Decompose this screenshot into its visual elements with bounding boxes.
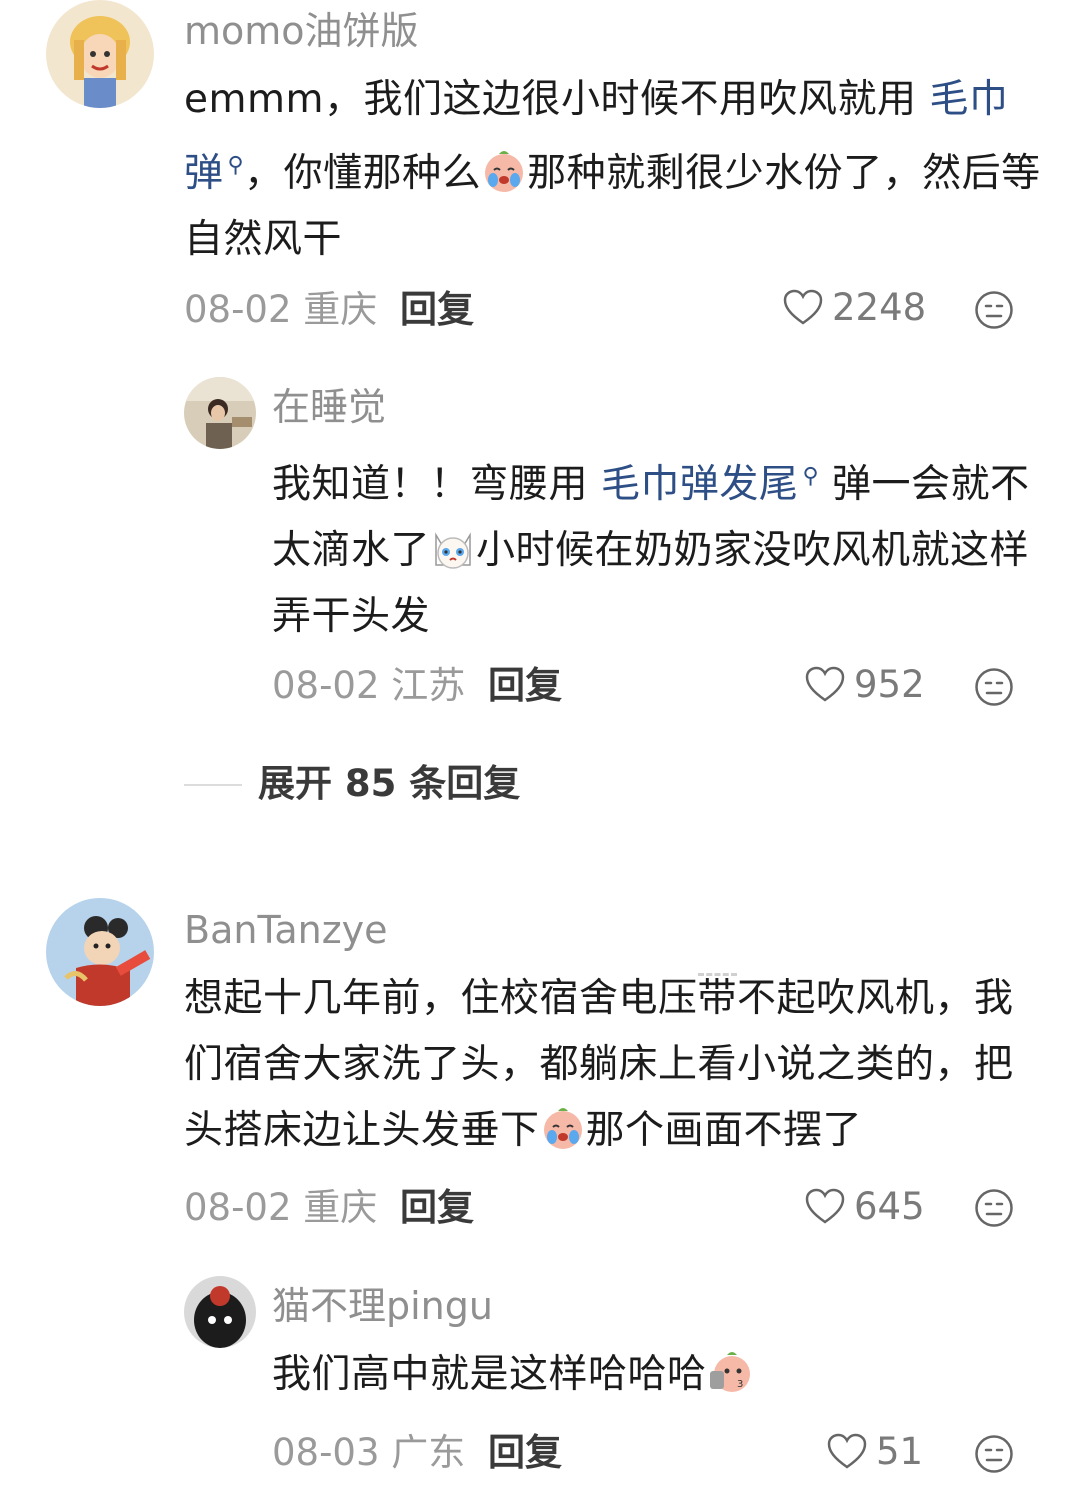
comment-text: 想起十几年前，住校宿舍电压带不起吹风机，我们宿舍大家洗了头，都躺床上看小说之类的… <box>184 966 1044 1164</box>
like-button[interactable]: 2248 <box>782 288 926 326</box>
divider <box>184 784 242 786</box>
comment-date: 08-02 重庆 <box>184 288 378 331</box>
like-count: 51 <box>876 1429 924 1473</box>
neutral-face-icon[interactable] <box>974 1434 1014 1474</box>
heart-outline-icon <box>805 1188 845 1224</box>
search-link[interactable]: 毛巾弹发尾 ⚲ <box>601 462 819 507</box>
comment-username[interactable]: BanTanzye <box>184 911 388 949</box>
neutral-face-icon[interactable] <box>974 1188 1014 1228</box>
avatar[interactable] <box>184 377 256 449</box>
crying-cat-emoji-icon <box>430 525 476 571</box>
expand-replies-button[interactable]: 展开 85 条回复 <box>258 765 520 802</box>
thinking-emoji-icon: 3 <box>707 1349 753 1395</box>
comment-text: 我知道！！弯腰用 毛巾弹发尾 ⚲ 弹一会就不太滴水了 小时候在奶奶家没吹风机就这样弄… <box>272 444 1042 650</box>
search-icon: ⚲ <box>227 153 245 178</box>
comment-text: emmm，我们这边很小时候不用吹风就用 毛巾弹 ⚲，你懂那种么 那种就剩很少水份了，… <box>184 77 1041 262</box>
heart-outline-icon <box>805 666 845 702</box>
like-count: 645 <box>854 1184 925 1228</box>
avatar[interactable] <box>46 0 154 108</box>
heart-outline-icon <box>783 289 823 325</box>
comment-username[interactable]: momo油饼版 <box>184 12 419 50</box>
reply-button[interactable]: 回复 <box>400 291 474 328</box>
neutral-face-icon[interactable] <box>974 667 1014 707</box>
avatar[interactable] <box>184 1276 256 1348</box>
crying-emoji-icon <box>481 148 527 194</box>
neutral-face-icon[interactable] <box>974 290 1014 330</box>
comment-text: 我们高中就是这样哈哈哈 3 <box>272 1342 1042 1408</box>
like-count: 952 <box>854 662 925 706</box>
comment-username[interactable]: 猫不理pingu <box>272 1287 493 1325</box>
reply-button[interactable]: 回复 <box>400 1189 474 1226</box>
reply-button[interactable]: 回复 <box>488 1434 562 1471</box>
like-button[interactable]: 645 <box>804 1187 925 1225</box>
avatar[interactable] <box>46 898 154 1006</box>
heart-outline-icon <box>827 1433 867 1469</box>
like-button[interactable]: 51 <box>826 1432 923 1470</box>
comment-date: 08-03 广东 <box>272 1431 466 1474</box>
like-count: 2248 <box>832 285 927 329</box>
crying-emoji-icon <box>540 1105 586 1151</box>
like-button[interactable]: 952 <box>804 665 925 703</box>
svg-text:3: 3 <box>737 1379 744 1390</box>
comment-date: 08-02 重庆 <box>184 1186 378 1229</box>
search-icon: ⚲ <box>802 464 820 489</box>
comment-date: 08-02 江苏 <box>272 664 466 707</box>
reply-button[interactable]: 回复 <box>488 667 562 704</box>
comment-username[interactable]: 在睡觉 <box>272 388 386 426</box>
